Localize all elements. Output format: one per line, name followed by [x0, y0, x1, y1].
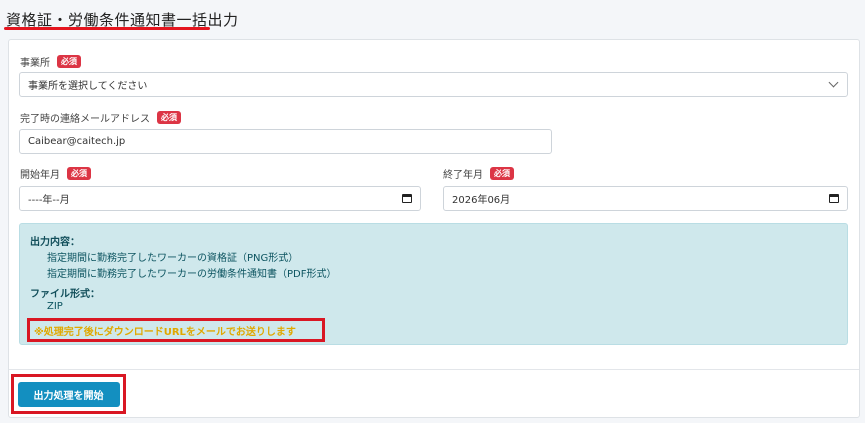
output-heading: 出力内容：: [30, 237, 80, 248]
email-label: 完了時の連絡メールアドレス 必須: [20, 110, 181, 125]
email-label-text: 完了時の連絡メールアドレス: [20, 114, 150, 125]
start-month-label: 開始年月 必須: [20, 166, 91, 181]
end-month-value: 2026年06月: [452, 195, 511, 206]
calendar-icon[interactable]: [829, 194, 839, 203]
office-label: 事業所 必須: [20, 54, 81, 69]
title-highlight-underline: [4, 27, 210, 30]
required-badge: 必須: [67, 167, 91, 180]
required-badge: 必須: [490, 167, 514, 180]
email-value: Caibear@caitech.jp: [28, 136, 126, 147]
divider: [9, 369, 859, 370]
email-field[interactable]: Caibear@caitech.jp: [19, 129, 552, 154]
start-month-input[interactable]: ----年--月: [19, 186, 421, 211]
info-box: 出力内容： 指定期間に勤務完了したワーカーの資格証（PNG形式） 指定期間に勤務…: [19, 223, 848, 345]
chevron-down-icon: [828, 77, 839, 88]
start-export-button[interactable]: 出力処理を開始: [17, 381, 120, 407]
end-month-label: 終了年月 必須: [443, 166, 514, 181]
start-month-label-text: 開始年月: [20, 170, 60, 181]
required-badge: 必須: [157, 111, 181, 124]
end-month-input[interactable]: 2026年06月: [443, 186, 848, 211]
format-heading: ファイル形式：: [30, 289, 100, 300]
output-item: 指定期間に勤務完了したワーカーの労働条件通知書（PDF形式）: [47, 269, 337, 280]
output-item: 指定期間に勤務完了したワーカーの資格証（PNG形式）: [47, 253, 299, 264]
format-value: ZIP: [47, 301, 63, 312]
start-button-highlight: 出力処理を開始: [11, 374, 126, 414]
notice-text: ※処理完了後にダウンロードURLをメールでお送りします: [27, 318, 325, 342]
office-select-value: 事業所を選択してください: [28, 81, 148, 92]
office-select[interactable]: 事業所を選択してください: [19, 72, 848, 97]
start-month-value: ----年--月: [28, 195, 70, 206]
required-badge: 必須: [57, 55, 81, 68]
office-label-text: 事業所: [20, 58, 50, 69]
export-form-card: 事業所 必須 事業所を選択してください 完了時の連絡メールアドレス 必須 Cai…: [8, 39, 860, 418]
end-month-label-text: 終了年月: [443, 170, 483, 181]
calendar-icon[interactable]: [402, 194, 412, 203]
